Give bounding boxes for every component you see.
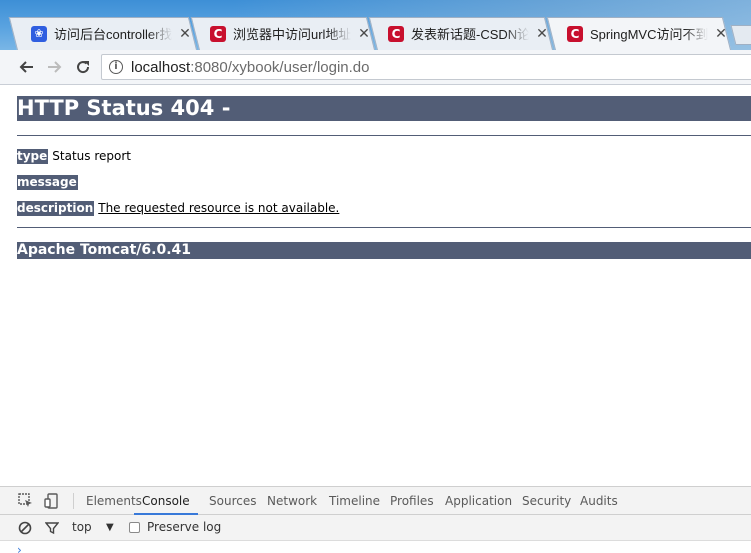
close-icon[interactable]: ✕ xyxy=(357,26,371,42)
preserve-log-checkbox[interactable] xyxy=(129,522,140,533)
page-title: HTTP Status 404 - xyxy=(17,96,751,121)
close-icon[interactable]: ✕ xyxy=(535,26,549,42)
device-toolbar-icon[interactable] xyxy=(43,492,61,510)
tab-audits[interactable]: Audits xyxy=(580,487,618,515)
browser-toolbar: i localhost:8080/xybook/user/login.do xyxy=(0,50,751,85)
description-label: description xyxy=(17,200,95,216)
csdn-c-icon: C xyxy=(388,25,404,42)
tab-console[interactable]: Console xyxy=(134,487,198,515)
clear-console-icon[interactable] xyxy=(18,521,32,535)
type-row: type Status report xyxy=(17,148,131,164)
address-bar[interactable]: i localhost:8080/xybook/user/login.do xyxy=(101,54,751,80)
tab-title: 访问后台controller找 xyxy=(54,27,172,42)
devtools-tab-bar: Elements Console Sources Network Timelin… xyxy=(0,487,751,515)
browser-tab-strip: ❀ 访问后台controller找 ✕ C 浏览器中访问url地址访 ✕ C 发… xyxy=(0,0,751,50)
divider xyxy=(17,135,751,136)
url-path: :8080/xybook/user/login.do xyxy=(190,58,370,76)
tab-title: SpringMVC访问不到 xyxy=(590,27,708,42)
csdn-c-icon: C xyxy=(567,25,583,42)
divider xyxy=(17,227,751,228)
tab-title: 发表新话题-CSDN论坛 xyxy=(411,27,529,42)
tab-sources[interactable]: Sources xyxy=(209,487,256,515)
inspect-element-icon[interactable] xyxy=(17,492,35,510)
type-label: type xyxy=(17,148,49,164)
tab-profiles[interactable]: Profiles xyxy=(390,487,434,515)
devtools-panel: Elements Console Sources Network Timelin… xyxy=(0,486,751,553)
description-row: description The requested resource is no… xyxy=(17,200,339,216)
context-select[interactable]: top xyxy=(72,520,92,534)
server-footer: Apache Tomcat/6.0.41 xyxy=(17,242,751,259)
url-host: localhost xyxy=(131,58,191,76)
back-button[interactable] xyxy=(14,56,38,78)
type-value: Status report xyxy=(52,149,131,163)
message-row: message xyxy=(17,174,82,190)
tab-security[interactable]: Security xyxy=(522,487,571,515)
close-icon[interactable]: ✕ xyxy=(178,26,192,42)
browser-tab-1[interactable]: ❀ 访问后台controller找 ✕ xyxy=(31,17,193,50)
tab-network[interactable]: Network xyxy=(267,487,317,515)
browser-tab-4[interactable]: C SpringMVC访问不到 ✕ xyxy=(567,17,729,50)
page-viewport: HTTP Status 404 - type Status report mes… xyxy=(0,86,751,486)
message-label: message xyxy=(17,174,78,190)
forward-button[interactable] xyxy=(43,56,67,78)
browser-tab-3[interactable]: C 发表新话题-CSDN论坛 ✕ xyxy=(388,17,550,50)
paw-icon: ❀ xyxy=(31,25,47,42)
info-icon[interactable]: i xyxy=(109,60,123,74)
filter-icon[interactable] xyxy=(45,521,59,535)
console-filter-bar: top ▼ Preserve log xyxy=(0,515,751,541)
browser-tab-2[interactable]: C 浏览器中访问url地址访 ✕ xyxy=(210,17,372,50)
tab-title: 浏览器中访问url地址访 xyxy=(233,27,351,42)
reload-button[interactable] xyxy=(71,56,95,78)
close-icon[interactable]: ✕ xyxy=(714,26,728,42)
toolbar-separator xyxy=(73,493,74,509)
url-text: localhost:8080/xybook/user/login.do xyxy=(131,59,370,76)
console-prompt-icon[interactable]: › xyxy=(17,543,22,553)
csdn-c-icon: C xyxy=(210,25,226,42)
reload-icon xyxy=(77,61,90,74)
preserve-log-label: Preserve log xyxy=(147,520,222,534)
chevron-down-icon[interactable]: ▼ xyxy=(106,522,114,533)
tab-application[interactable]: Application xyxy=(445,487,512,515)
description-value: The requested resource is not available. xyxy=(98,201,340,215)
tab-timeline[interactable]: Timeline xyxy=(329,487,380,515)
arrow-left-icon xyxy=(19,61,33,73)
arrow-right-icon xyxy=(48,61,62,73)
